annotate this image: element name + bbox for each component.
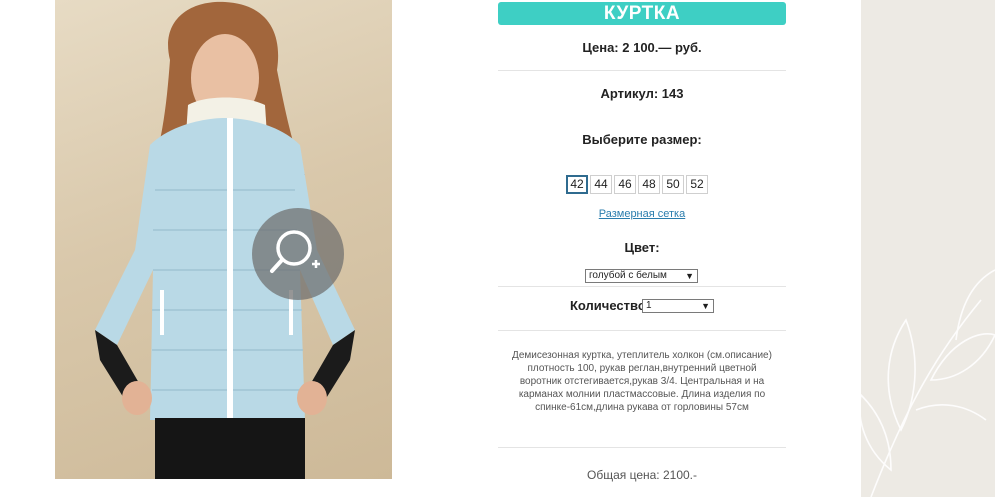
size-option-42[interactable]: 42 — [566, 175, 588, 194]
size-option-50[interactable]: 50 — [662, 175, 684, 194]
chevron-down-icon: ▼ — [701, 301, 710, 311]
product-photo[interactable] — [55, 0, 392, 479]
color-label: Цвет: — [624, 240, 660, 255]
divider — [498, 286, 786, 287]
quantity-select[interactable]: 1 ▼ — [642, 299, 714, 313]
product-info-panel: КУРТКА Цена: 2 100.— руб. Артикул: 143 В… — [498, 0, 786, 497]
divider — [498, 70, 786, 71]
size-selector: 42 44 46 48 50 52 — [566, 175, 708, 194]
divider — [498, 447, 786, 448]
chevron-down-icon: ▼ — [685, 271, 694, 281]
leaf-pattern-icon — [861, 269, 995, 497]
product-description: Демисезонная куртка, утеплитель холкон (… — [512, 350, 772, 413]
size-chart-link[interactable]: Размерная сетка — [599, 208, 685, 220]
size-option-48[interactable]: 48 — [638, 175, 660, 194]
quantity-label: Количество: — [570, 298, 651, 313]
quantity-select-value: 1 — [646, 300, 652, 311]
product-title: КУРТКА — [498, 2, 786, 25]
total-price: Общая цена: 2100.- — [587, 468, 697, 482]
zoom-button[interactable] — [252, 208, 344, 300]
size-option-46[interactable]: 46 — [614, 175, 636, 194]
divider — [498, 330, 786, 331]
size-prompt: Выберите размер: — [582, 132, 702, 147]
size-option-44[interactable]: 44 — [590, 175, 612, 194]
zoom-in-icon — [270, 230, 320, 273]
product-price: Цена: 2 100.— руб. — [582, 40, 702, 55]
decorative-background — [861, 0, 995, 497]
color-select-value: голубой с белым — [589, 270, 667, 281]
product-article: Артикул: 143 — [600, 86, 684, 101]
size-option-52[interactable]: 52 — [686, 175, 708, 194]
color-select[interactable]: голубой с белым ▼ — [585, 269, 698, 283]
